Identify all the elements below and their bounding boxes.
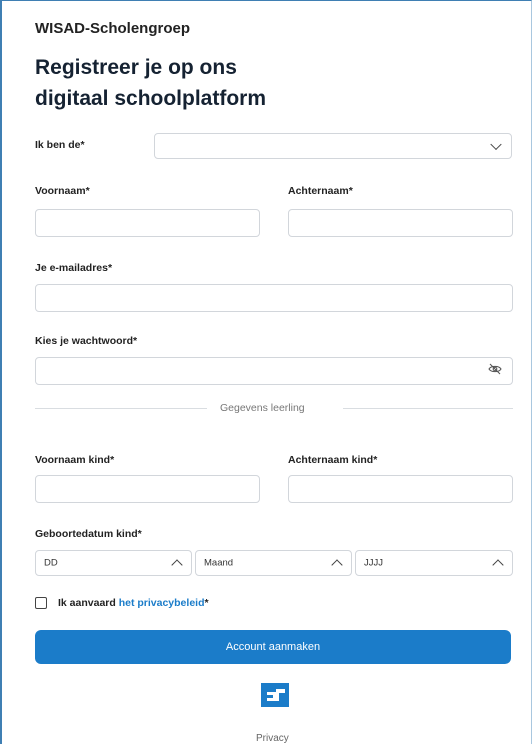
chevron-up-icon xyxy=(492,559,504,571)
page-title-line-2: digitaal schoolplatform xyxy=(35,87,267,110)
birth-month-select[interactable]: Maand xyxy=(195,550,352,576)
birthdate-label: Geboortedatum kind* xyxy=(35,528,142,540)
lastname-input[interactable] xyxy=(288,209,513,237)
section-divider-label: Gegevens leerling xyxy=(220,402,305,414)
eye-off-icon[interactable] xyxy=(488,362,502,380)
role-select[interactable] xyxy=(154,133,512,159)
consent-suffix: * xyxy=(204,597,209,609)
child-firstname-label: Voornaam kind* xyxy=(35,454,115,466)
email-label: Je e-mailadres* xyxy=(35,262,113,274)
role-label: Ik ben de* xyxy=(35,139,85,151)
privacy-checkbox[interactable] xyxy=(35,597,47,609)
password-field[interactable] xyxy=(35,357,513,385)
password-label: Kies je wachtwoord* xyxy=(35,335,138,347)
chevron-up-icon xyxy=(171,559,183,571)
birth-day-select[interactable]: DD xyxy=(35,550,192,576)
divider-line-right xyxy=(343,408,513,409)
birth-day-value: DD xyxy=(44,557,58,569)
consent-prefix: Ik aanvaard xyxy=(58,597,119,609)
divider-line-left xyxy=(35,408,207,409)
firstname-label: Voornaam* xyxy=(35,185,90,197)
birth-month-value: Maand xyxy=(204,557,234,569)
birth-year-select[interactable]: JJJJ xyxy=(355,550,513,576)
wisad-logo-icon xyxy=(261,683,289,707)
lastname-label: Achternaam* xyxy=(288,185,353,197)
child-firstname-input[interactable] xyxy=(35,475,260,503)
chevron-up-icon xyxy=(331,559,343,571)
email-input[interactable] xyxy=(35,284,513,312)
birth-year-value: JJJJ xyxy=(364,557,383,569)
brand-name: WISAD-Scholengroep xyxy=(35,20,191,37)
child-lastname-label: Achternaam kind* xyxy=(288,454,378,466)
page-title: Registreer je op ons digitaal schoolplat… xyxy=(35,52,266,114)
privacy-policy-link[interactable]: het privacybeleid xyxy=(119,597,205,609)
firstname-input[interactable] xyxy=(35,209,260,237)
privacy-consent-text: Ik aanvaard het privacybeleid* xyxy=(58,597,209,609)
privacy-footer-link[interactable]: Privacy xyxy=(256,733,289,744)
page-title-line-1: Registreer je op ons xyxy=(35,56,237,79)
chevron-down-icon xyxy=(490,138,502,151)
create-account-button[interactable]: Account aanmaken xyxy=(35,630,511,664)
child-lastname-input[interactable] xyxy=(288,475,513,503)
